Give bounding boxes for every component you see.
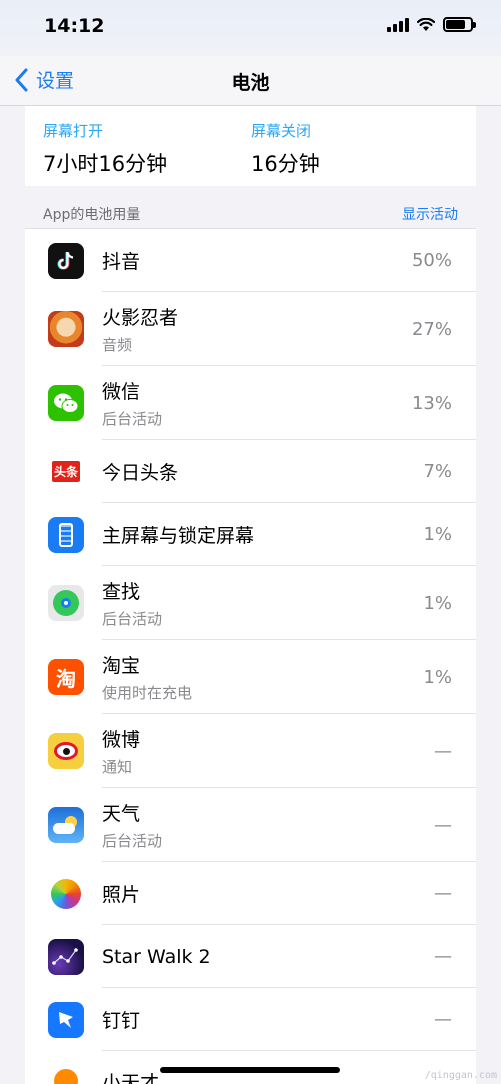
app-usage-percent: — [434,883,452,904]
app-row[interactable]: 头条 今日头条 7% [25,440,476,503]
starwalk-icon [48,938,84,975]
app-row[interactable]: 天气 后台活动 — [25,788,476,862]
app-usage-percent: 1% [423,592,452,614]
app-texts: 钉钉 [102,1006,476,1033]
douyin-icon [48,242,84,279]
app-name: 主屏幕与锁定屏幕 [102,525,255,547]
app-texts: 照片 [102,880,476,907]
app-usage-percent: 27% [411,318,452,340]
app-name: 淘宝 [102,655,141,677]
app-texts: 查找 后台活动 [102,577,476,629]
app-row[interactable]: 查找 后台活动 1% [25,566,476,640]
app-usage-percent: — [434,1009,452,1030]
screen-time-card: 屏幕打开 7小时16分钟 屏幕关闭 16分钟 App的电池用量 显示活动 [25,106,476,229]
screen-off-value: 16分钟 [251,152,320,176]
app-texts: 微博 通知 [102,725,476,777]
app-usage-percent: 1% [423,524,452,545]
app-row[interactable]: 钉钉 — [25,988,476,1051]
app-name: Star Walk 2 [102,945,211,968]
weibo-icon [48,733,84,769]
show-activity-link[interactable]: 显示活动 [402,204,458,224]
dingtalk-icon [48,1001,84,1038]
screen-off-label: 屏幕关闭 [251,122,312,140]
xiaotiancai-icon [48,1063,84,1084]
weather-icon [48,807,84,843]
app-texts: 今日头条 [102,458,476,485]
wifi-icon [417,17,435,31]
watermark: /qinggan.com [424,1070,497,1081]
app-usage-percent: — [434,946,452,967]
screen-off-block: 屏幕关闭 16分钟 [251,120,320,178]
screen-on-block: 屏幕打开 7小时16分钟 [43,120,167,178]
app-texts: 淘宝 使用时在充电 [102,651,476,703]
taobao-icon: 淘 [48,659,84,695]
app-usage-percent: 1% [423,666,452,688]
findmy-icon [48,585,84,621]
app-row[interactable]: 微博 通知 — [25,714,476,788]
app-row[interactable]: Star Walk 2 — [25,925,476,988]
app-name: 照片 [102,884,141,906]
app-name: 钉钉 [102,1010,141,1032]
app-name: 天气 [102,803,141,825]
app-usage-percent: — [434,814,452,836]
app-row[interactable]: 抖音 50% [25,229,476,292]
app-subtitle: 后台活动 [102,610,163,628]
app-texts: 主屏幕与锁定屏幕 [102,521,476,548]
page-title: 电池 [231,72,270,94]
app-battery-list: 抖音 50% 火影忍者 音频 27% 微信 后台活动 13% 头条 今日头条 7% 主屏幕与锁定屏幕 1… [25,229,476,1084]
app-usage-percent: 50% [411,250,452,271]
app-subtitle: 使用时在充电 [102,684,193,702]
toutiao-icon: 头条 [48,453,84,490]
app-texts: 天气 后台活动 [102,799,476,851]
app-usage-percent: 13% [411,392,452,414]
app-row[interactable]: 微信 后台活动 13% [25,366,476,440]
app-texts: Star Walk 2 [102,946,476,968]
app-subtitle: 后台活动 [102,832,163,850]
app-usage-percent: — [434,740,452,762]
status-bar: 14:12 [0,0,501,56]
wechat-icon [48,385,84,421]
section-title: App的电池用量 [43,207,141,223]
app-subtitle: 通知 [102,758,133,776]
app-name: 今日头条 [102,462,179,484]
home-indicator [160,1067,340,1073]
status-time: 14:12 [44,15,105,37]
section-header: App的电池用量 显示活动 [25,186,476,229]
app-row[interactable]: 主屏幕与锁定屏幕 1% [25,503,476,566]
app-usage-percent: 7% [423,461,452,482]
status-icons [387,17,476,32]
app-row[interactable]: 火影忍者 音频 27% [25,292,476,366]
battery-icon [443,17,476,32]
screen-on-value: 7小时16分钟 [43,152,168,176]
homescreen-icon [48,516,84,553]
app-row[interactable]: 淘淘宝 使用时在充电 1% [25,640,476,714]
app-name: 微博 [102,729,141,751]
photos-icon [48,875,84,912]
screen-on-label: 屏幕打开 [43,122,104,140]
app-name: 查找 [102,581,141,603]
naruto-icon [48,311,84,347]
cellular-signal-icon [387,17,409,32]
nav-bar: 设置 电池 [0,56,501,106]
app-row[interactable]: 照片 — [25,862,476,925]
